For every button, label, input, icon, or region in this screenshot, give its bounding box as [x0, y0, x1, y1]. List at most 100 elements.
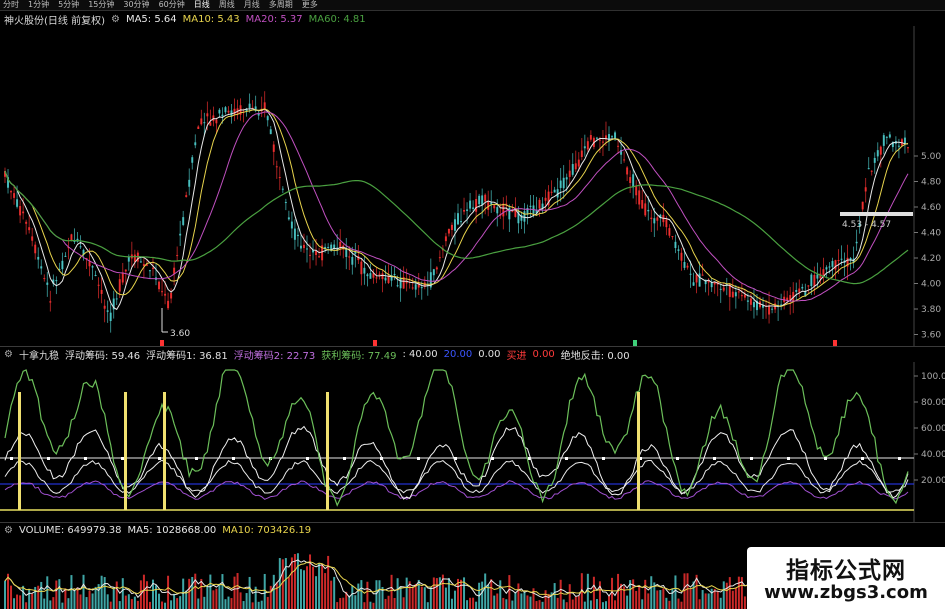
candle-body: [447, 228, 450, 234]
volume-bar: [127, 594, 130, 609]
candle-body: [164, 293, 167, 296]
tab-1[interactable]: 1分钟: [28, 0, 49, 10]
volume-bar: [450, 598, 453, 609]
candle-body: [100, 289, 103, 294]
candle-body: [695, 274, 698, 283]
volume-bar: [490, 579, 493, 609]
tab-10[interactable]: 更多: [302, 0, 318, 10]
candle-body: [158, 281, 161, 290]
volume-bar: [191, 576, 194, 609]
volume-bar: [179, 596, 182, 609]
candle-body: [493, 205, 496, 209]
volume-info-bar: ⚙ VOLUME: 649979.38 MA5: 1028668.00 MA10…: [0, 523, 945, 537]
candle-body: [813, 274, 816, 286]
volume-bar: [668, 600, 671, 609]
volume-bar: [158, 593, 161, 609]
volume-bar: [245, 593, 248, 609]
volume-bar: [674, 575, 677, 609]
reference-dot: [84, 457, 87, 460]
volume-bar: [608, 595, 610, 609]
volume-bar: [91, 593, 94, 609]
candle-body: [879, 146, 882, 155]
candle-body: [28, 227, 31, 231]
volume-bar: [680, 601, 683, 609]
candle-body: [224, 107, 227, 113]
candle-body: [623, 159, 626, 161]
volume-bar: [257, 601, 260, 609]
settings-icon[interactable]: ⚙: [111, 14, 120, 25]
volume-bar: [49, 600, 52, 609]
volume-bar: [58, 579, 61, 609]
volume-bar: [336, 602, 339, 609]
reference-dot: [565, 457, 568, 460]
candle-body: [170, 292, 173, 299]
candle-body: [550, 191, 553, 193]
candle-body: [752, 302, 755, 308]
candle-body: [185, 195, 188, 197]
volume-bar: [19, 595, 22, 609]
tab-3[interactable]: 15分钟: [88, 0, 114, 10]
reference-dot: [121, 457, 124, 460]
candle-body: [209, 122, 212, 126]
candle-body: [281, 188, 284, 190]
candle-body: [378, 273, 381, 275]
volume-bar: [106, 594, 109, 609]
candle-body: [906, 147, 909, 149]
volume-bar: [330, 580, 333, 609]
indicator-value-5: 20.00: [443, 348, 473, 360]
tab-0[interactable]: 分时: [3, 0, 19, 10]
candle-body: [586, 141, 589, 150]
volume-bar: [701, 590, 704, 609]
volume-bar: [460, 579, 463, 609]
volume-bar: [414, 583, 417, 609]
volume-bar: [133, 596, 136, 609]
settings-icon[interactable]: ⚙: [4, 349, 13, 360]
volume-bar: [55, 580, 58, 609]
volume-bar: [145, 581, 148, 609]
candle-body: [876, 150, 879, 157]
candle-body: [438, 257, 441, 259]
tab-7[interactable]: 周线: [219, 0, 235, 10]
candle-body: [475, 198, 478, 212]
candle-body: [746, 300, 749, 302]
tab-8[interactable]: 月线: [244, 0, 260, 10]
volume-bar: [671, 588, 674, 609]
low-marker-label: 3.60: [170, 329, 190, 339]
volume-bar: [318, 563, 321, 609]
candle-body: [22, 211, 25, 214]
volume-bar: [188, 578, 191, 609]
candle-body: [553, 189, 556, 193]
volume-bar: [61, 602, 64, 609]
volume-bar: [248, 576, 251, 609]
candle-body: [19, 206, 22, 216]
candle-body: [864, 187, 867, 192]
candle-body: [469, 200, 472, 209]
tab-6[interactable]: 日线: [194, 0, 210, 10]
tab-9[interactable]: 多周期: [269, 0, 293, 10]
tab-2[interactable]: 5分钟: [58, 0, 79, 10]
candle-body: [393, 273, 396, 275]
volume-bar: [161, 601, 164, 609]
volume-bar: [354, 595, 357, 609]
volume-bar: [312, 566, 315, 609]
indicator-chart[interactable]: 100.0 80.00 60.00 40.00 20.00: [0, 362, 945, 522]
volume-bar: [296, 553, 299, 609]
volume-bar: [37, 585, 40, 609]
volume-bar: [46, 576, 49, 609]
volume-bar: [626, 595, 629, 609]
candle-body: [484, 194, 487, 202]
tab-4[interactable]: 30分钟: [123, 0, 149, 10]
candle-body: [287, 217, 290, 220]
volume-bar: [233, 576, 236, 609]
buy-signal-spike: [637, 392, 640, 510]
settings-icon[interactable]: ⚙: [4, 525, 13, 536]
volume-bar: [227, 596, 230, 609]
candle-body: [263, 102, 266, 110]
candle-body: [215, 119, 218, 124]
tab-5[interactable]: 60分钟: [159, 0, 185, 10]
volume-bar: [544, 590, 547, 609]
candle-body: [463, 209, 466, 212]
price-chart[interactable]: 5.00 4.80 4.60 4.40 4.20 4.00 3.80 3.60 3.60 4.53…: [0, 26, 945, 346]
volume-bar: [28, 588, 31, 609]
volume-bar: [70, 575, 73, 609]
